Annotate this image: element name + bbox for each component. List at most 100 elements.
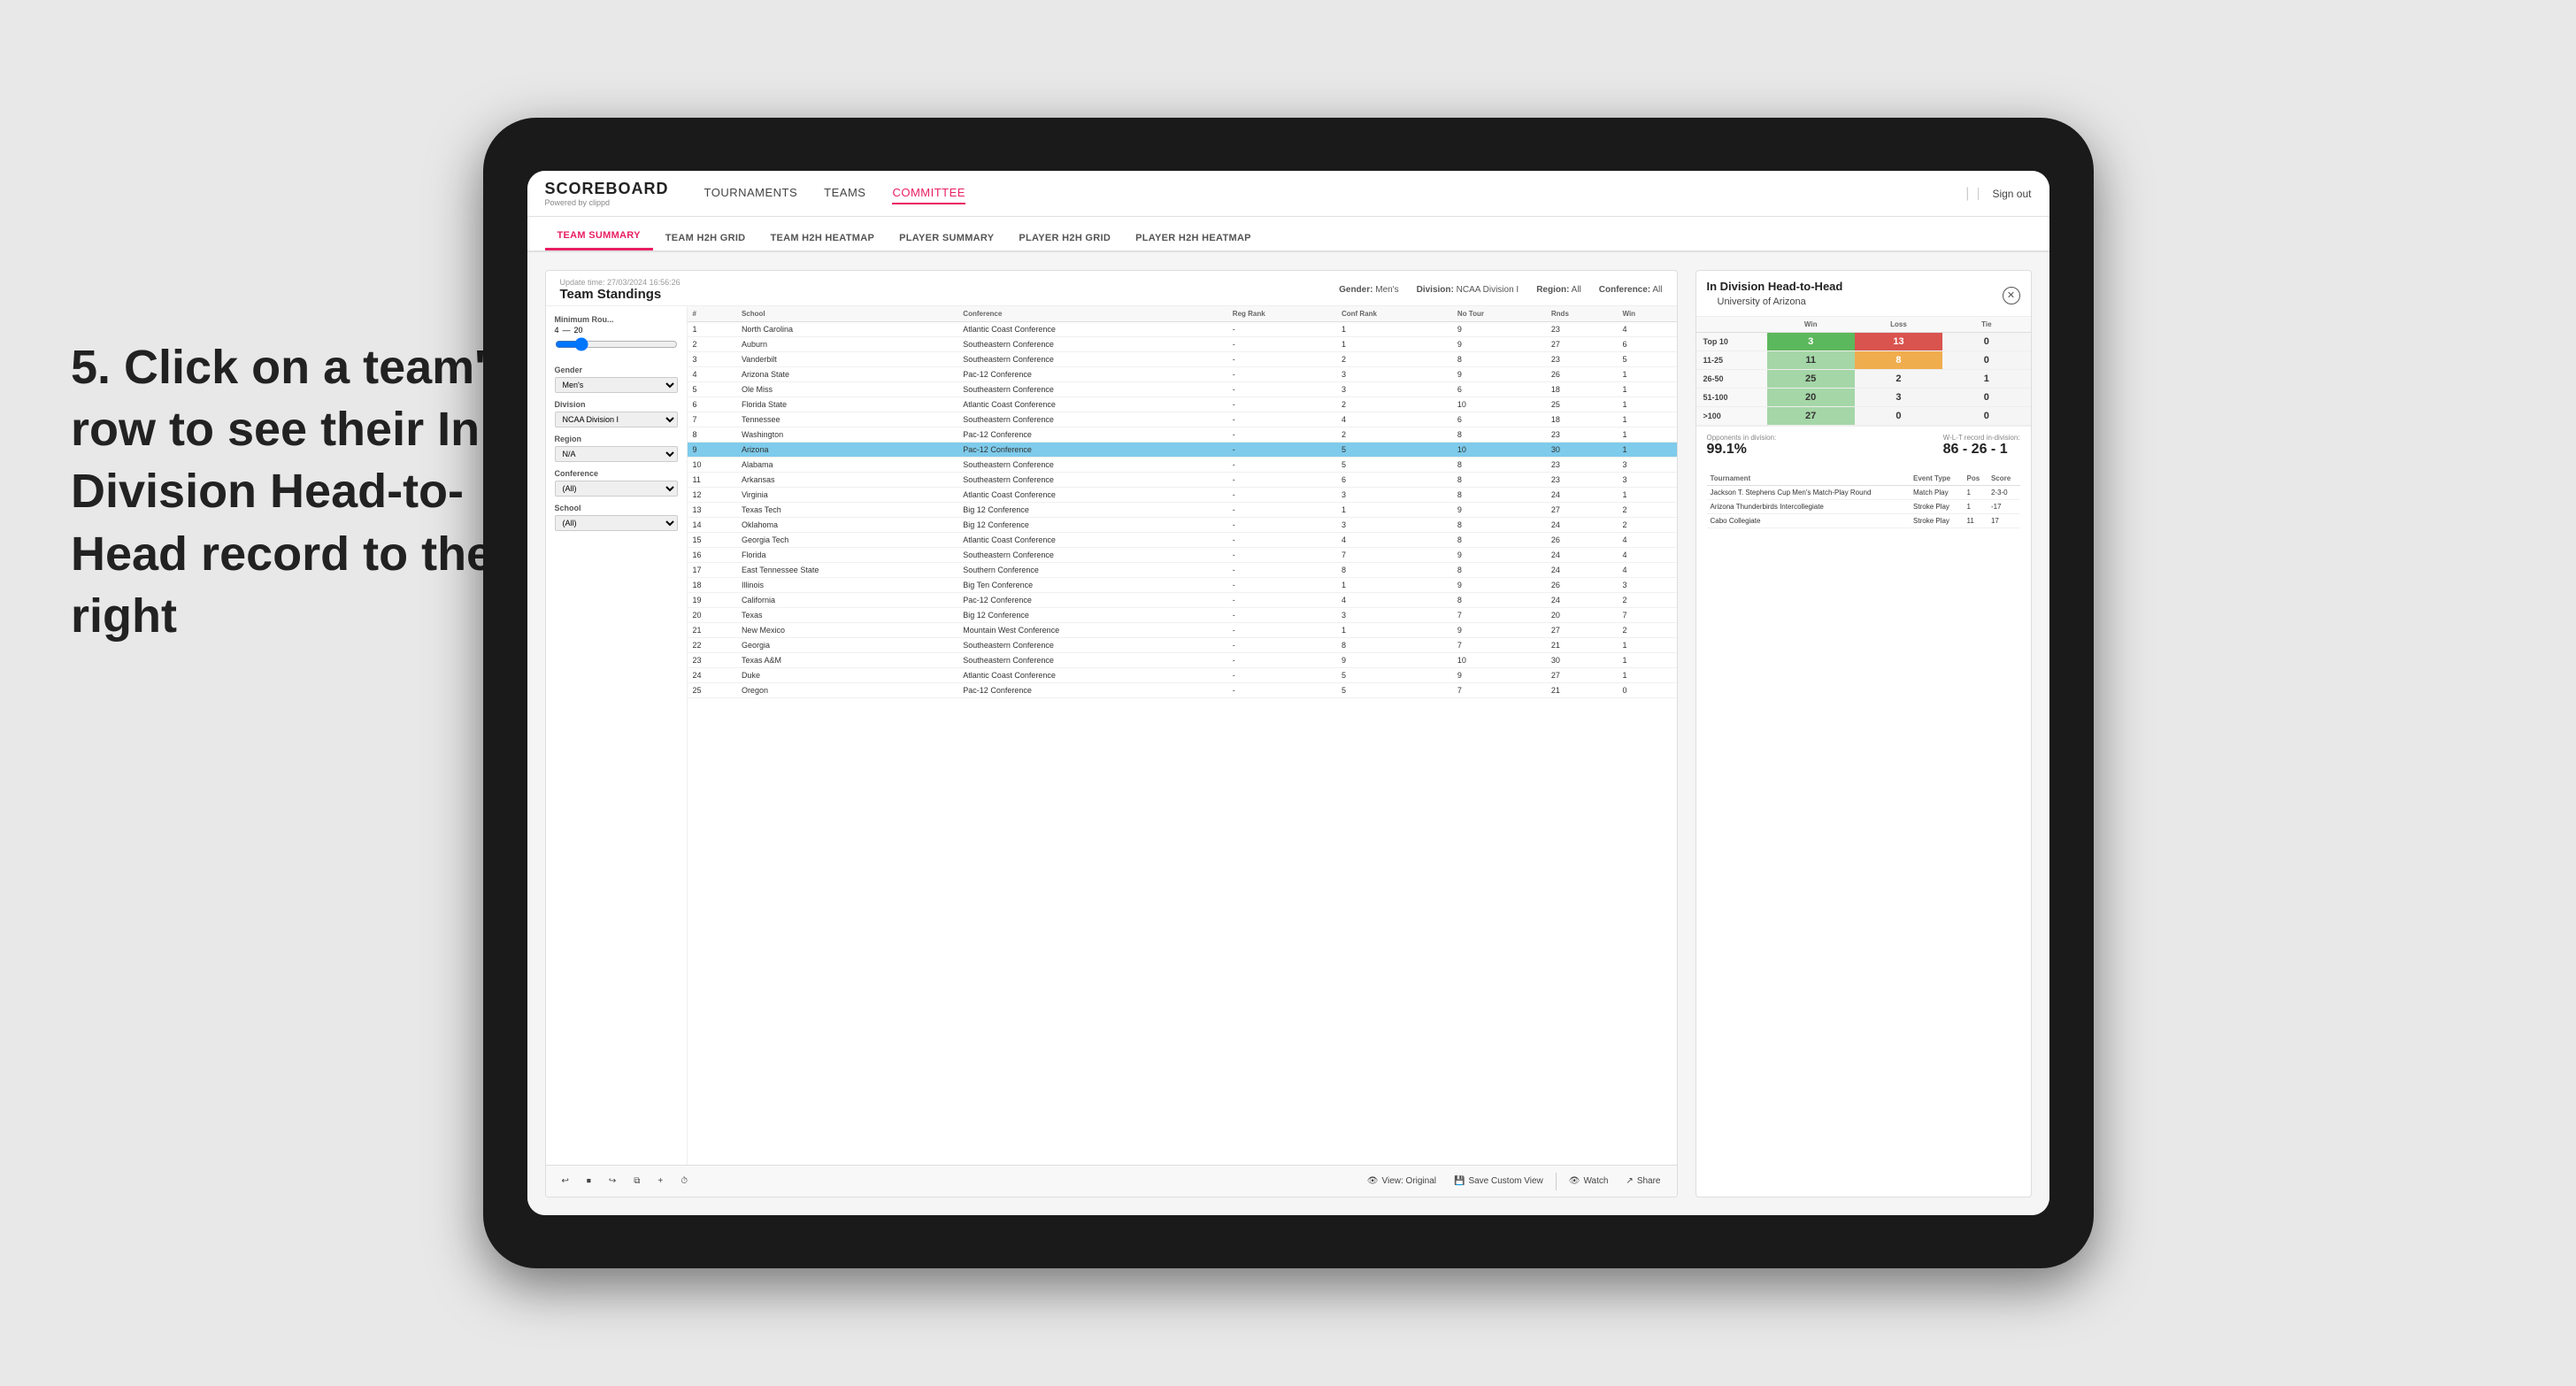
cell-conf-rank: 3 bbox=[1336, 382, 1452, 397]
nav-committee[interactable]: COMMITTEE bbox=[892, 182, 965, 204]
table-row[interactable]: 12 Virginia Atlantic Coast Conference - … bbox=[688, 488, 1677, 503]
cell-no-tour: 9 bbox=[1452, 668, 1546, 683]
table-row[interactable]: 16 Florida Southeastern Conference - 7 9… bbox=[688, 548, 1677, 563]
table-row[interactable]: 17 East Tennessee State Southern Confere… bbox=[688, 563, 1677, 578]
save-custom-view-btn[interactable]: 💾 Save Custom View bbox=[1449, 1174, 1549, 1189]
table-row[interactable]: 24 Duke Atlantic Coast Conference - 5 9 … bbox=[688, 668, 1677, 683]
gender-select[interactable]: Men's bbox=[555, 377, 678, 393]
cell-no-tour: 7 bbox=[1452, 683, 1546, 698]
cell-win: 1 bbox=[1617, 668, 1676, 683]
conference-select[interactable]: (All) bbox=[555, 481, 678, 497]
division-filter: Division NCAA Division I bbox=[555, 400, 678, 427]
cell-rnds: 23 bbox=[1546, 322, 1618, 337]
undo-btn[interactable]: ↩ bbox=[557, 1174, 574, 1189]
table-row[interactable]: 20 Texas Big 12 Conference - 3 7 20 7 bbox=[688, 608, 1677, 623]
cell-reg-rank: - bbox=[1227, 563, 1336, 578]
region-select[interactable]: N/A bbox=[555, 446, 678, 462]
table-row[interactable]: 3 Vanderbilt Southeastern Conference - 2… bbox=[688, 352, 1677, 367]
table-row[interactable]: 19 California Pac-12 Conference - 4 8 24… bbox=[688, 593, 1677, 608]
sub-nav-player-summary[interactable]: PLAYER SUMMARY bbox=[887, 226, 1006, 250]
table-row[interactable]: 18 Illinois Big Ten Conference - 1 9 26 … bbox=[688, 578, 1677, 593]
sign-out-button[interactable]: Sign out bbox=[1978, 188, 2031, 200]
cell-reg-rank: - bbox=[1227, 518, 1336, 533]
cell-rank: 6 bbox=[688, 397, 736, 412]
table-row[interactable]: 1 North Carolina Atlantic Coast Conferen… bbox=[688, 322, 1677, 337]
cell-win: 2 bbox=[1617, 518, 1676, 533]
cell-win: 1 bbox=[1617, 488, 1676, 503]
cell-win: 1 bbox=[1617, 397, 1676, 412]
cell-reg-rank: - bbox=[1227, 443, 1336, 458]
cell-win: 1 bbox=[1617, 367, 1676, 382]
table-row[interactable]: 8 Washington Pac-12 Conference - 2 8 23 … bbox=[688, 427, 1677, 443]
cell-school: Arizona State bbox=[736, 367, 957, 382]
cell-rnds: 27 bbox=[1546, 668, 1618, 683]
min-rounds-slider[interactable] bbox=[555, 335, 678, 354]
logo-subtitle: Powered by clippd bbox=[545, 198, 669, 207]
col-rnds: Rnds bbox=[1546, 306, 1618, 322]
school-select[interactable]: (All) bbox=[555, 515, 678, 531]
tournament-row[interactable]: Jackson T. Stephens Cup Men's Match-Play… bbox=[1707, 486, 2020, 500]
cell-reg-rank: - bbox=[1227, 473, 1336, 488]
col-conf-rank: Conf Rank bbox=[1336, 306, 1452, 322]
table-row[interactable]: 22 Georgia Southeastern Conference - 8 7… bbox=[688, 638, 1677, 653]
cell-conf-rank: 5 bbox=[1336, 668, 1452, 683]
cell-conference: Southeastern Conference bbox=[957, 638, 1227, 653]
sub-nav-team-h2h-heatmap[interactable]: TEAM H2H HEATMAP bbox=[757, 226, 887, 250]
table-row[interactable]: 14 Oklahoma Big 12 Conference - 3 8 24 2 bbox=[688, 518, 1677, 533]
cell-rnds: 24 bbox=[1546, 488, 1618, 503]
h2h-stats: Opponents in division: 99.1% W-L-T recor… bbox=[1696, 426, 2031, 465]
cell-reg-rank: - bbox=[1227, 397, 1336, 412]
cell-conf-rank: 1 bbox=[1336, 322, 1452, 337]
sub-nav-player-h2h-heatmap[interactable]: PLAYER H2H HEATMAP bbox=[1123, 226, 1264, 250]
nav-teams[interactable]: TEAMS bbox=[824, 182, 865, 204]
cell-no-tour: 8 bbox=[1452, 593, 1546, 608]
nav-tournaments[interactable]: TOURNAMENTS bbox=[704, 182, 798, 204]
table-row[interactable]: 9 Arizona Pac-12 Conference - 5 10 30 1 bbox=[688, 443, 1677, 458]
cell-rnds: 20 bbox=[1546, 608, 1618, 623]
cell-win: 1 bbox=[1617, 653, 1676, 668]
view-original-btn[interactable]: 👁 View: Original bbox=[1362, 1174, 1442, 1189]
h2h-range-header bbox=[1696, 317, 1767, 333]
col-no-tour: No Tour bbox=[1452, 306, 1546, 322]
share-btn[interactable]: ↗ Share bbox=[1620, 1174, 1665, 1189]
table-row[interactable]: 7 Tennessee Southeastern Conference - 4 … bbox=[688, 412, 1677, 427]
table-row[interactable]: 6 Florida State Atlantic Coast Conferenc… bbox=[688, 397, 1677, 412]
cell-no-tour: 8 bbox=[1452, 518, 1546, 533]
table-row[interactable]: 5 Ole Miss Southeastern Conference - 3 6… bbox=[688, 382, 1677, 397]
tournament-row[interactable]: Cabo Collegiate Stroke Play 11 17 bbox=[1707, 514, 2020, 528]
h2h-header: In Division Head-to-Head University of A… bbox=[1696, 271, 2031, 317]
table-row[interactable]: 23 Texas A&M Southeastern Conference - 9… bbox=[688, 653, 1677, 668]
table-row[interactable]: 10 Alabama Southeastern Conference - 5 8… bbox=[688, 458, 1677, 473]
cell-rnds: 21 bbox=[1546, 638, 1618, 653]
sub-nav-player-h2h-grid[interactable]: PLAYER H2H GRID bbox=[1006, 226, 1123, 250]
table-row[interactable]: 25 Oregon Pac-12 Conference - 5 7 21 0 bbox=[688, 683, 1677, 698]
table-row[interactable]: 2 Auburn Southeastern Conference - 1 9 2… bbox=[688, 337, 1677, 352]
division-select[interactable]: NCAA Division I bbox=[555, 412, 678, 427]
table-row[interactable]: 13 Texas Tech Big 12 Conference - 1 9 27… bbox=[688, 503, 1677, 518]
h2h-close-btn[interactable]: ✕ bbox=[2003, 287, 2020, 304]
sub-nav-team-h2h-grid[interactable]: TEAM H2H GRID bbox=[653, 226, 758, 250]
table-row[interactable]: 21 New Mexico Mountain West Conference -… bbox=[688, 623, 1677, 638]
gender-meta: Gender: Men's bbox=[1339, 285, 1399, 295]
cell-conference: Atlantic Coast Conference bbox=[957, 322, 1227, 337]
cell-conference: Southeastern Conference bbox=[957, 473, 1227, 488]
cell-rank: 22 bbox=[688, 638, 736, 653]
clock-btn[interactable]: ⏱ bbox=[675, 1174, 693, 1189]
h2h-51100-win: 20 bbox=[1767, 389, 1855, 407]
table-row[interactable]: 4 Arizona State Pac-12 Conference - 3 9 … bbox=[688, 367, 1677, 382]
stop-btn[interactable]: ⏹ bbox=[581, 1174, 596, 1189]
table-row[interactable]: 15 Georgia Tech Atlantic Coast Conferenc… bbox=[688, 533, 1677, 548]
redo-btn[interactable]: ↪ bbox=[604, 1174, 621, 1189]
cell-rnds: 26 bbox=[1546, 533, 1618, 548]
add-btn[interactable]: + bbox=[652, 1174, 668, 1189]
table-row[interactable]: 11 Arkansas Southeastern Conference - 6 … bbox=[688, 473, 1677, 488]
sub-nav-team-summary[interactable]: TEAM SUMMARY bbox=[545, 223, 653, 250]
cell-conf-rank: 2 bbox=[1336, 352, 1452, 367]
copy-btn[interactable]: ⧉ bbox=[628, 1174, 645, 1189]
cell-conf-rank: 3 bbox=[1336, 518, 1452, 533]
watch-btn[interactable]: 👁 Watch bbox=[1564, 1174, 1614, 1189]
tournament-row[interactable]: Arizona Thunderbirds Intercollegiate Str… bbox=[1707, 500, 2020, 514]
sub-nav: TEAM SUMMARY TEAM H2H GRID TEAM H2H HEAT… bbox=[527, 217, 2049, 252]
cell-conference: Big 12 Conference bbox=[957, 608, 1227, 623]
col-reg-rank: Reg Rank bbox=[1227, 306, 1336, 322]
